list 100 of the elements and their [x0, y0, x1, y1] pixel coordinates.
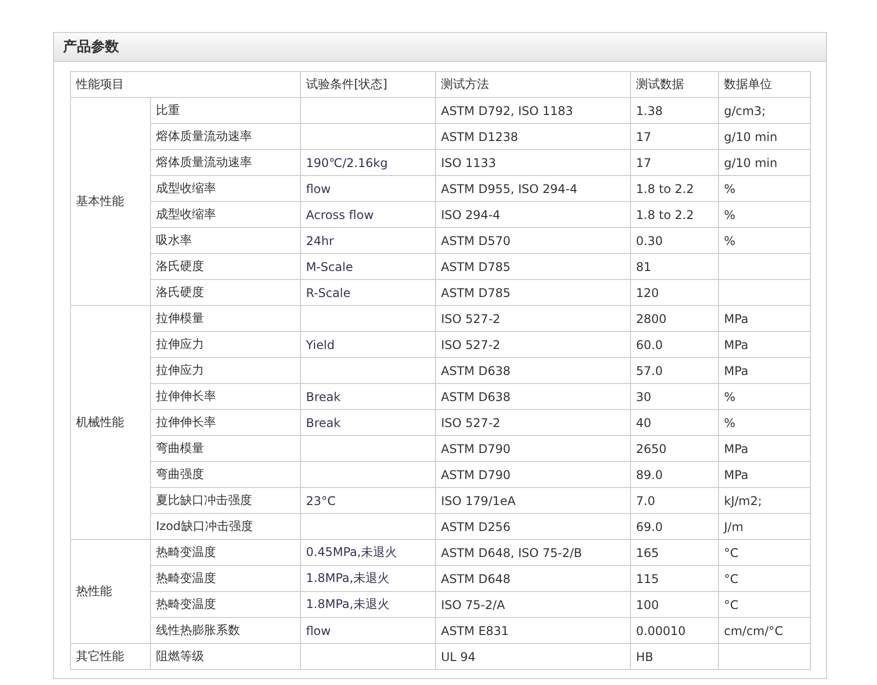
- value-cell: 1.8 to 2.2: [630, 202, 718, 228]
- value-cell: 165: [630, 540, 718, 566]
- method-cell: ASTM D256: [436, 514, 630, 540]
- value-cell: 100: [630, 592, 718, 618]
- unit-cell: J/m: [718, 514, 810, 540]
- condition-cell: 0.45MPa,未退火: [300, 540, 436, 566]
- group-cell: 基本性能: [70, 98, 150, 306]
- method-cell: ISO 527-2: [436, 306, 630, 332]
- value-cell: 17: [630, 124, 718, 150]
- unit-cell: kJ/m2;: [718, 488, 810, 514]
- value-cell: 57.0: [630, 358, 718, 384]
- value-cell: 69.0: [630, 514, 718, 540]
- property-cell: 熔体质量流动速率: [150, 124, 300, 150]
- property-cell: 洛氏硬度: [150, 254, 300, 280]
- column-header: 测试方法: [436, 72, 630, 98]
- unit-cell: %: [718, 228, 810, 254]
- column-header: 数据单位: [718, 72, 810, 98]
- method-cell: ASTM D790: [436, 462, 630, 488]
- unit-cell: g/10 min: [718, 124, 810, 150]
- method-cell: ASTM D570: [436, 228, 630, 254]
- condition-cell: 23°C: [300, 488, 436, 514]
- condition-cell: Break: [300, 410, 436, 436]
- condition-cell: Break: [300, 384, 436, 410]
- value-cell: 2650: [630, 436, 718, 462]
- unit-cell: %: [718, 384, 810, 410]
- unit-cell: %: [718, 176, 810, 202]
- value-cell: 2800: [630, 306, 718, 332]
- property-cell: 弯曲强度: [150, 462, 300, 488]
- method-cell: ASTM D648: [436, 566, 630, 592]
- condition-cell: R-Scale: [300, 280, 436, 306]
- property-cell: 拉伸应力: [150, 332, 300, 358]
- value-cell: 115: [630, 566, 718, 592]
- property-cell: 阻燃等级: [150, 644, 300, 670]
- condition-cell: flow: [300, 618, 436, 644]
- method-cell: ASTM D785: [436, 254, 630, 280]
- value-cell: HB: [630, 644, 718, 670]
- method-cell: ASTM D638: [436, 384, 630, 410]
- property-cell: 线性热膨胀系数: [150, 618, 300, 644]
- method-cell: ASTM D1238: [436, 124, 630, 150]
- column-header: 性能项目: [70, 72, 300, 98]
- unit-cell: g/10 min: [718, 150, 810, 176]
- value-cell: 81: [630, 254, 718, 280]
- value-cell: 60.0: [630, 332, 718, 358]
- unit-cell: °C: [718, 592, 810, 618]
- unit-cell: MPa: [718, 306, 810, 332]
- property-cell: 洛氏硬度: [150, 280, 300, 306]
- group-cell: 热性能: [70, 540, 150, 644]
- property-cell: Izod缺口冲击强度: [150, 514, 300, 540]
- condition-cell: Yield: [300, 332, 436, 358]
- property-cell: 热畸变温度: [150, 592, 300, 618]
- value-cell: 0.30: [630, 228, 718, 254]
- property-cell: 吸水率: [150, 228, 300, 254]
- method-cell: ISO 294-4: [436, 202, 630, 228]
- condition-cell: 1.8MPa,未退火: [300, 592, 436, 618]
- value-cell: 17: [630, 150, 718, 176]
- column-header: 试验条件[状态]: [300, 72, 436, 98]
- method-cell: ASTM E831: [436, 618, 630, 644]
- value-cell: 40: [630, 410, 718, 436]
- method-cell: ISO 75-2/A: [436, 592, 630, 618]
- group-cell: 机械性能: [70, 306, 150, 540]
- method-cell: ISO 1133: [436, 150, 630, 176]
- method-cell: ISO 179/1eA: [436, 488, 630, 514]
- value-cell: 30: [630, 384, 718, 410]
- condition-cell: 24hr: [300, 228, 436, 254]
- property-cell: 熔体质量流动速率: [150, 150, 300, 176]
- unit-cell: cm/cm/°C: [718, 618, 810, 644]
- property-cell: 弯曲模量: [150, 436, 300, 462]
- value-cell: 7.0: [630, 488, 718, 514]
- group-cell: 其它性能: [70, 644, 150, 670]
- condition-cell: M-Scale: [300, 254, 436, 280]
- property-cell: 成型收缩率: [150, 176, 300, 202]
- property-cell: 拉伸伸长率: [150, 384, 300, 410]
- condition-cell: 1.8MPa,未退火: [300, 566, 436, 592]
- value-cell: 89.0: [630, 462, 718, 488]
- method-cell: ASTM D955, ISO 294-4: [436, 176, 630, 202]
- value-cell: 1.38: [630, 98, 718, 124]
- value-cell: 120: [630, 280, 718, 306]
- property-cell: 热畸变温度: [150, 566, 300, 592]
- property-cell: 夏比缺口冲击强度: [150, 488, 300, 514]
- method-cell: ISO 527-2: [436, 410, 630, 436]
- condition-cell: Across flow: [300, 202, 436, 228]
- value-cell: 0.00010: [630, 618, 718, 644]
- panel-title: 产品参数: [63, 38, 119, 56]
- condition-cell: 190℃/2.16kg: [300, 150, 436, 176]
- unit-cell: MPa: [718, 436, 810, 462]
- property-cell: 拉伸应力: [150, 358, 300, 384]
- unit-cell: g/cm3;: [718, 98, 810, 124]
- method-cell: UL 94: [436, 644, 630, 670]
- unit-cell: MPa: [718, 332, 810, 358]
- unit-cell: %: [718, 202, 810, 228]
- method-cell: ASTM D790: [436, 436, 630, 462]
- property-cell: 拉伸模量: [150, 306, 300, 332]
- property-cell: 拉伸伸长率: [150, 410, 300, 436]
- unit-cell: °C: [718, 540, 810, 566]
- property-cell: 热畸变温度: [150, 540, 300, 566]
- unit-cell: MPa: [718, 358, 810, 384]
- unit-cell: °C: [718, 566, 810, 592]
- value-cell: 1.8 to 2.2: [630, 176, 718, 202]
- method-cell: ASTM D792, ISO 1183: [436, 98, 630, 124]
- unit-cell: MPa: [718, 462, 810, 488]
